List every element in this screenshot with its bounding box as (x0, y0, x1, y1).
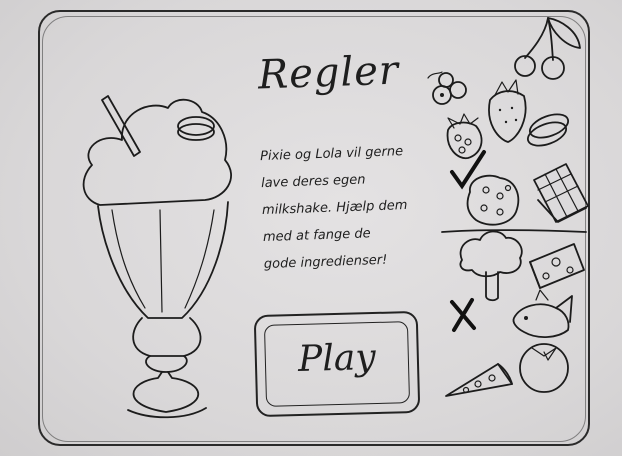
divider-line (441, 229, 587, 233)
blueberries-icon (427, 71, 467, 105)
raspberry-icon (446, 113, 483, 160)
rules-text: Pixie og Lola vil gerne lave deres egen … (260, 137, 440, 278)
cherries-icon (514, 17, 581, 80)
pizza-slice-icon (445, 363, 513, 397)
fish-icon (512, 289, 573, 338)
play-button-inner: Play (263, 321, 411, 407)
milkshake-icon (82, 95, 232, 419)
chocolate-chip-cookie-icon (466, 174, 520, 226)
x-mark-icon (450, 298, 476, 332)
chocolate-bar-icon (533, 163, 589, 223)
play-button[interactable]: Play (253, 310, 421, 418)
strawberry-icon (488, 79, 527, 143)
broccoli-icon (459, 230, 523, 302)
cheese-icon (529, 243, 585, 289)
cookie-icon (526, 113, 570, 147)
play-label: Play (297, 336, 377, 381)
tomato-icon (519, 343, 569, 393)
page-title: Regler (257, 47, 400, 99)
